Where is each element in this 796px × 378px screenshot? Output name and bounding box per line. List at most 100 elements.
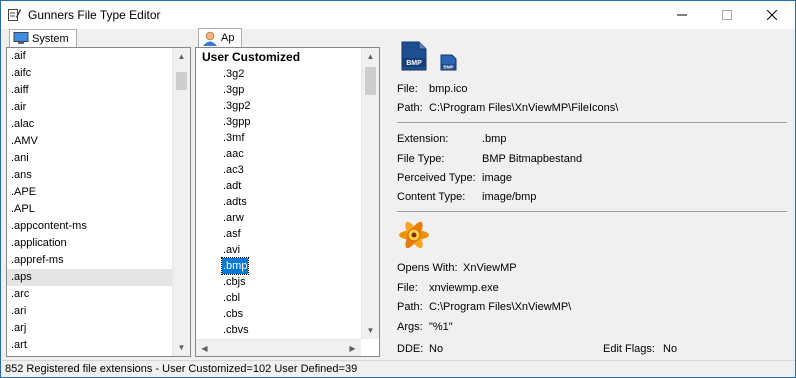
tab-ap[interactable]: Ap: [198, 28, 242, 48]
extension-list-item[interactable]: .AMV: [7, 133, 172, 150]
icon-file-value: bmp.ico: [429, 83, 468, 95]
user-customized-item[interactable]: .arw: [196, 210, 361, 226]
user-customized-item-label: .cbjs: [223, 276, 246, 288]
scroll-thumb[interactable]: [365, 67, 376, 95]
bmp-file-small-icon: BMP: [440, 54, 457, 71]
user-customized-item-label: .arw: [223, 212, 244, 224]
content-type-label: Content Type:: [397, 191, 466, 203]
user-customized-item-label: .3mf: [223, 132, 245, 144]
extension-value: .bmp: [482, 133, 507, 145]
user-customized-item[interactable]: .cbjs: [196, 274, 361, 290]
user-customized-item-label: .ac3: [223, 164, 244, 176]
user-customized-item[interactable]: .3gp2: [196, 98, 361, 114]
scroll-up-arrow-icon[interactable]: ▲: [173, 48, 190, 65]
opens-with-value: XnViewMP: [463, 262, 517, 274]
close-button[interactable]: [749, 1, 794, 29]
user-customized-item-label: .cbvs: [223, 324, 249, 336]
edit-flags-label: Edit Flags:: [603, 343, 655, 355]
user-customized-item-label: .3gp: [223, 84, 245, 96]
extension-list-item[interactable]: .aifc: [7, 65, 172, 82]
detail-pane: BMP BMP File: bmp.ico Path: C:\Program F…: [387, 29, 795, 359]
close-icon: [766, 9, 777, 21]
extension-list-item[interactable]: .arj: [7, 320, 172, 337]
user-customized-item-label: .bmp: [220, 257, 250, 275]
icon-path-label: Path:: [397, 102, 423, 114]
perceived-type-label: Perceived Type:: [397, 172, 476, 184]
extension-list-item[interactable]: .APL: [7, 201, 172, 218]
user-customized-item[interactable]: .cbs: [196, 306, 361, 322]
title-bar[interactable]: Gunners File Type Editor: [1, 1, 795, 29]
extension-list-item[interactable]: .arc: [7, 286, 172, 303]
extension-list-item[interactable]: .appref-ms: [7, 252, 172, 269]
app-path-label: Path:: [397, 301, 423, 313]
user-customized-item[interactable]: .avi: [196, 242, 361, 258]
user-customized-item[interactable]: .3gpp: [196, 114, 361, 130]
extension-items: .aif .aifc .aiff .air .alac .AMV .ani .ans .APE.…: [7, 48, 172, 354]
user-customized-item-label: .avi: [223, 244, 241, 256]
user-customized-item-label: .asf: [223, 228, 241, 240]
file-type-label: File Type:: [397, 153, 445, 165]
separator: [397, 122, 787, 123]
xnview-app-icon: [399, 221, 429, 249]
extension-list-item[interactable]: .APE: [7, 184, 172, 201]
extension-list-item[interactable]: .aiff: [7, 82, 172, 99]
opens-with-label: Opens With:: [397, 262, 458, 274]
extension-list-item[interactable]: .ari: [7, 303, 172, 320]
bmp-badge-large: BMP: [406, 60, 422, 67]
extension-list-item[interactable]: .appcontent-ms: [7, 218, 172, 235]
user-list-hscrollbar[interactable]: ◀ ▶: [196, 339, 361, 356]
user-customized-item-label: .cbl: [223, 292, 241, 304]
extension-label: Extension:: [397, 133, 449, 145]
tab-ap-label: Ap: [221, 32, 235, 44]
user-customized-list[interactable]: User Customized .3g2 .3gp .3gp2 .3gpp .3mf .a…: [195, 47, 380, 357]
app-icon: [8, 9, 21, 21]
user-customized-item[interactable]: .3gp: [196, 82, 361, 98]
status-bar: 852 Registered file extensions - User Cu…: [1, 360, 795, 377]
user-customized-item[interactable]: .cbvs: [196, 322, 361, 338]
scroll-left-arrow-icon[interactable]: ◀: [196, 340, 213, 356]
scroll-up-arrow-icon[interactable]: ▲: [362, 48, 379, 65]
user-customized-item[interactable]: .ac3: [196, 162, 361, 178]
user-customized-item[interactable]: .cbl: [196, 290, 361, 306]
main-window: Gunners File Type Editor System Ap .aif.…: [0, 0, 796, 378]
maximize-icon: [721, 10, 732, 20]
system-extension-list[interactable]: .aif .aifc .aiff .air .alac .AMV .ani .ans .APE.…: [6, 47, 191, 357]
scroll-down-arrow-icon[interactable]: ▼: [173, 339, 190, 356]
tab-system[interactable]: System: [9, 29, 77, 48]
user-customized-item[interactable]: .3mf: [196, 130, 361, 146]
user-customized-item-label: .3g2: [223, 68, 245, 80]
user-customized-item-label: .adt: [223, 180, 242, 192]
maximize-button[interactable]: [704, 1, 749, 29]
user-customized-item[interactable]: .asf: [196, 226, 361, 242]
user-customized-item[interactable]: .bmp: [196, 257, 361, 275]
user-customized-item-label: .aac: [223, 148, 244, 160]
user-customized-item[interactable]: .adts: [196, 194, 361, 210]
scroll-down-arrow-icon[interactable]: ▼: [362, 322, 379, 339]
extension-list-item[interactable]: .ani: [7, 150, 172, 167]
content-type-value: image/bmp: [482, 191, 537, 203]
user-customized-item[interactable]: .aac: [196, 146, 361, 162]
extension-list-item[interactable]: .application: [7, 235, 172, 252]
extension-list-item[interactable]: .air: [7, 99, 172, 116]
separator: [397, 211, 787, 212]
user-customized-items: User Customized .3g2 .3gp .3gp2 .3gpp .3mf .a…: [196, 49, 361, 338]
system-list-scrollbar[interactable]: ▲ ▼: [172, 48, 190, 356]
extension-list-item[interactable]: .alac: [7, 116, 172, 133]
user-customized-item[interactable]: .3g2: [196, 66, 361, 82]
scroll-thumb[interactable]: [176, 72, 187, 90]
user-customized-entries: .3g2 .3gp .3gp2 .3gpp .3mf .aac .ac3 .adt .adts.…: [196, 66, 361, 338]
app-file-value: xnviewmp.exe: [429, 282, 499, 294]
user-customized-item-label: .cbs: [223, 308, 244, 320]
extension-list-item[interactable]: .aif: [7, 48, 172, 65]
status-text: 852 Registered file extensions - User Cu…: [5, 363, 358, 375]
user-list-vscrollbar[interactable]: ▲ ▼: [361, 48, 379, 339]
app-path-value: C:\Program Files\XnViewMP\: [429, 301, 572, 313]
scroll-right-arrow-icon[interactable]: ▶: [344, 340, 361, 356]
monitor-icon: [13, 32, 29, 44]
extension-list-item[interactable]: .aps: [7, 269, 172, 286]
user-customized-item[interactable]: .adt: [196, 178, 361, 194]
extension-list-item[interactable]: .ans: [7, 167, 172, 184]
minimize-button[interactable]: [659, 1, 704, 29]
extension-list-item[interactable]: .art: [7, 337, 172, 354]
user-customized-item-label: .adts: [223, 196, 247, 208]
